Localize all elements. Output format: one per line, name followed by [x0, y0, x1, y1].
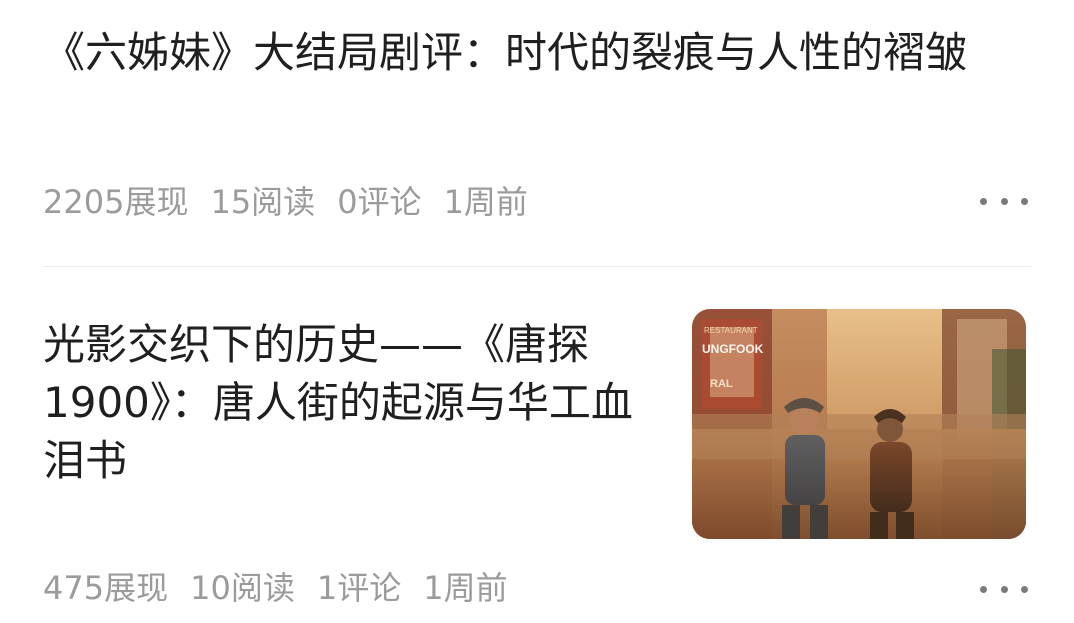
dot	[980, 197, 987, 205]
views-count: 2205展现	[43, 183, 189, 221]
article-title[interactable]: 光影交织下的历史——《唐探1900》：唐人街的起源与华工血泪书	[43, 316, 643, 490]
article-thumbnail[interactable]: RESTAURANT UNGFOOK RAL	[692, 309, 1026, 539]
movie-poster-thumbnail: RESTAURANT UNGFOOK RAL	[692, 309, 1026, 539]
article-feed: 《六姊妹》大结局剧评：时代的裂痕与人性的褶皱 2205展现 15阅读 0评论 1…	[0, 0, 1074, 623]
more-horizontal-icon[interactable]	[980, 579, 1028, 599]
article-stats: 2205展现 15阅读 0评论 1周前	[43, 180, 528, 221]
dot	[980, 585, 987, 593]
comments-count: 1评论	[316, 569, 402, 607]
publish-time: 1周前	[443, 183, 528, 221]
reads-count: 10阅读	[190, 569, 295, 607]
more-horizontal-icon[interactable]	[980, 191, 1028, 211]
dot	[1000, 197, 1008, 205]
article-card[interactable]: 光影交织下的历史——《唐探1900》：唐人街的起源与华工血泪书	[43, 316, 653, 490]
dot	[1021, 585, 1028, 593]
publish-time: 1周前	[423, 569, 508, 607]
views-count: 475展现	[43, 569, 169, 607]
dot	[1021, 197, 1028, 205]
reads-count: 15阅读	[210, 183, 316, 221]
comments-count: 0评论	[337, 183, 422, 221]
article-card[interactable]: 《六姊妹》大结局剧评：时代的裂痕与人性的褶皱	[43, 24, 1043, 82]
article-title[interactable]: 《六姊妹》大结局剧评：时代的裂痕与人性的褶皱	[43, 24, 1013, 82]
dot	[1000, 585, 1008, 593]
article-stats: 475展现 10阅读 1评论 1周前	[43, 566, 508, 607]
divider	[43, 266, 1031, 267]
